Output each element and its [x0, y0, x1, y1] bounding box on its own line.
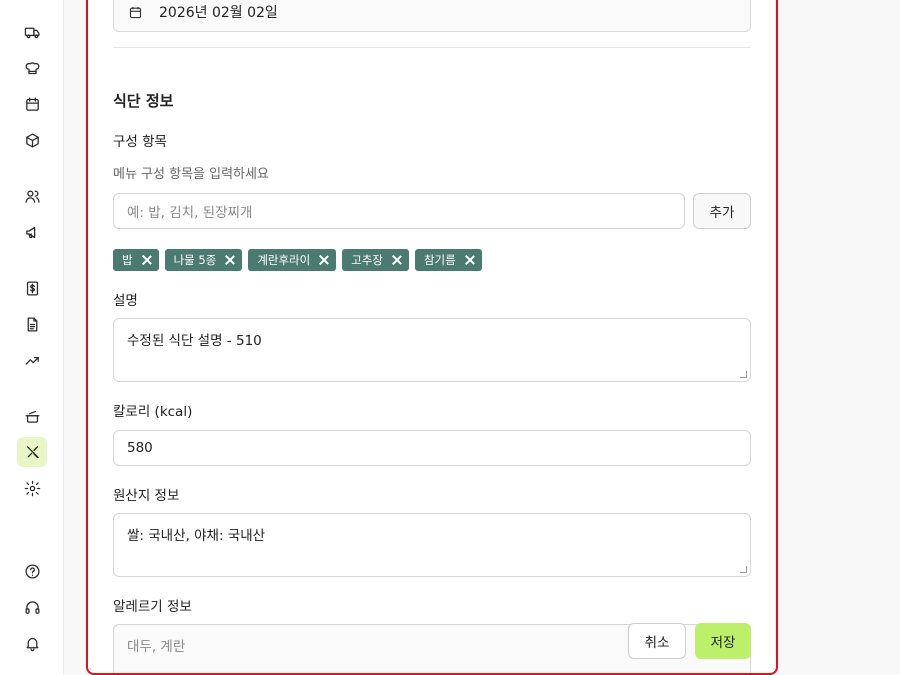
calendar-icon[interactable]	[17, 89, 47, 119]
calorie-input[interactable]: 580	[113, 430, 751, 466]
close-icon[interactable]	[465, 255, 475, 265]
sidebar	[0, 0, 64, 675]
truck-icon[interactable]	[17, 17, 47, 47]
trending-up-icon[interactable]	[17, 345, 47, 375]
allergy-label: 알레르기 정보	[113, 599, 192, 615]
origin-value: 쌀: 국내산, 야채: 국내산	[127, 528, 266, 544]
headset-icon[interactable]	[17, 592, 47, 622]
add-button[interactable]: 추가	[693, 193, 751, 229]
resize-handle[interactable]	[740, 566, 747, 573]
resize-handle[interactable]	[740, 371, 747, 378]
date-field[interactable]: 2026년 02월 02일	[113, 0, 751, 32]
tag-label: 밥	[122, 253, 133, 267]
description-textarea[interactable]: 수정된 식단 설명 - 510	[113, 318, 751, 382]
meal-edit-panel: 2026년 02월 02일 식단 정보 구성 항목 메뉴 구성 항목을 입력하세…	[86, 0, 778, 675]
tag-item: 계란후라이	[248, 249, 337, 271]
components-hint: 메뉴 구성 항목을 입력하세요	[113, 167, 269, 182]
description-label: 설명	[113, 293, 138, 309]
tag-label: 고추장	[351, 253, 383, 267]
tag-item: 밥	[113, 249, 159, 271]
tag-label: 계란후라이	[257, 253, 311, 267]
date-value: 2026년 02월 02일	[159, 5, 278, 21]
origin-textarea[interactable]: 쌀: 국내산, 야채: 국내산	[113, 513, 751, 577]
tag-item: 참기름	[414, 249, 482, 271]
components-label: 구성 항목	[113, 134, 167, 150]
close-icon[interactable]	[225, 255, 235, 265]
save-button[interactable]: 저장	[695, 623, 751, 659]
tag-label: 나물 5종	[173, 253, 217, 267]
utensils-icon[interactable]	[17, 437, 47, 467]
dollar-icon[interactable]	[17, 273, 47, 303]
divider	[113, 47, 751, 48]
description-value: 수정된 식단 설명 - 510	[127, 333, 262, 349]
tag-item: 고추장	[342, 249, 409, 271]
calorie-label: 칼로리 (kcal)	[113, 404, 193, 420]
calendar-icon	[129, 6, 142, 18]
package-icon[interactable]	[17, 125, 47, 155]
gear-icon[interactable]	[17, 473, 47, 503]
close-icon[interactable]	[392, 255, 402, 265]
megaphone-icon[interactable]	[17, 217, 47, 247]
components-input[interactable]: 예: 밥, 김치, 된장찌개	[113, 193, 685, 229]
document-icon[interactable]	[17, 309, 47, 339]
tag-item: 나물 5종	[164, 249, 243, 271]
origin-label: 원산지 정보	[113, 488, 180, 504]
tag-label: 참기름	[423, 253, 456, 267]
close-icon[interactable]	[319, 255, 329, 265]
users-icon[interactable]	[17, 181, 47, 211]
chef-hat-icon[interactable]	[17, 53, 47, 83]
cancel-button[interactable]: 취소	[628, 623, 686, 659]
bell-icon[interactable]	[17, 628, 47, 658]
close-icon[interactable]	[142, 255, 152, 265]
help-icon[interactable]	[17, 556, 47, 586]
cooking-pot-icon[interactable]	[17, 401, 47, 431]
component-tags: 밥 나물 5종 계란후라이 고추장 참기름	[113, 249, 482, 271]
section-title: 식단 정보	[113, 92, 174, 110]
